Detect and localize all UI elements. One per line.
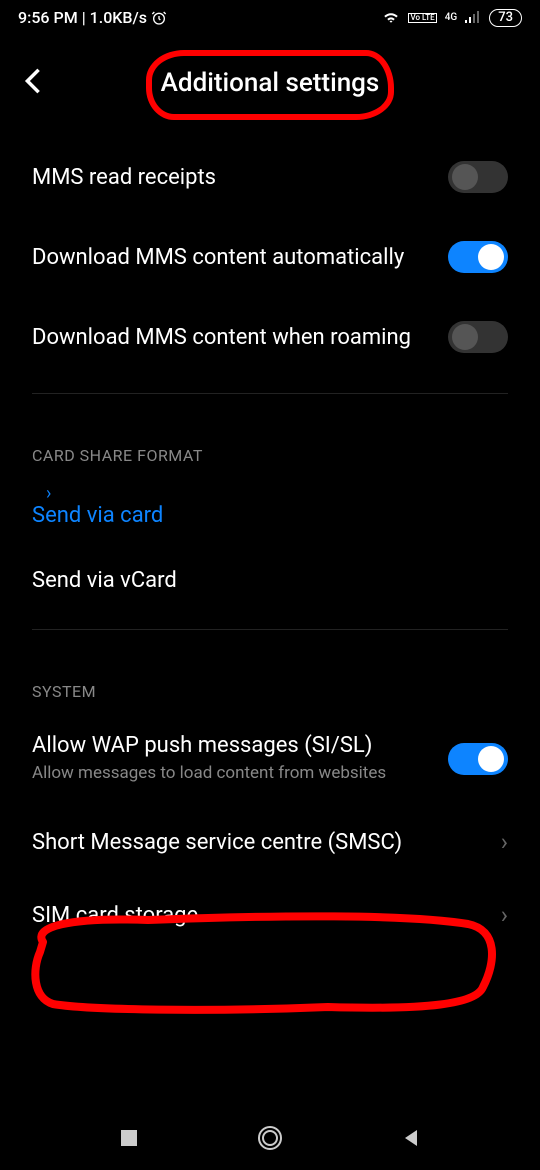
navigation-bar: [0, 1110, 540, 1170]
network-label: 4G: [445, 12, 458, 23]
section-header-system: SYSTEM: [32, 646, 508, 719]
section-header-card-share: CARD SHARE FORMAT: [32, 410, 508, 483]
status-speed: 1.0KB/s: [90, 8, 147, 27]
battery-indicator: 73: [489, 9, 522, 27]
nav-recents-button[interactable]: [119, 1128, 139, 1152]
row-smsc[interactable]: Short Message service centre (SMSC) ›: [32, 802, 508, 882]
mms-read-receipts-label: MMS read receipts: [32, 165, 424, 190]
nav-home-button[interactable]: [257, 1125, 283, 1155]
status-bar: 9:56 PM | 1.0KB/s Vo LTE 4G 73: [0, 0, 540, 35]
row-sim-storage[interactable]: SIM card storage ›: [32, 882, 508, 962]
chevron-right-icon: ›: [501, 828, 508, 856]
row-mms-read-receipts[interactable]: MMS read receipts: [32, 137, 508, 217]
smsc-label: Short Message service centre (SMSC): [32, 830, 477, 855]
wap-sub: Allow messages to load content from webs…: [32, 762, 424, 784]
sim-storage-label: SIM card storage: [32, 903, 477, 928]
status-right: Vo LTE 4G 73: [382, 8, 522, 27]
signal-icon: [465, 8, 481, 27]
chevron-right-icon: ›: [501, 901, 508, 929]
download-roaming-label: Download MMS content when roaming: [32, 325, 424, 350]
page-title: Additional settings: [161, 68, 380, 98]
wifi-icon: [382, 8, 400, 27]
download-auto-label: Download MMS content automatically: [32, 245, 424, 270]
toggle-download-auto[interactable]: [448, 241, 508, 273]
nav-back-button[interactable]: [401, 1128, 421, 1152]
header: Additional settings: [0, 35, 540, 137]
wap-label: Allow WAP push messages (SI/SL): [32, 733, 424, 758]
row-wap-push[interactable]: Allow WAP push messages (SI/SL) Allow me…: [32, 719, 508, 802]
volte-icon: Vo LTE: [408, 13, 436, 23]
settings-list: MMS read receipts Download MMS content a…: [0, 137, 540, 962]
status-time: 9:56 PM: [18, 8, 78, 27]
toggle-wap-push[interactable]: [448, 743, 508, 775]
back-button[interactable]: [20, 59, 46, 107]
alarm-icon: [151, 10, 167, 26]
row-send-via-vcard[interactable]: Send via vCard: [32, 548, 508, 613]
row-download-auto[interactable]: Download MMS content automatically: [32, 217, 508, 297]
divider: [32, 393, 508, 394]
toggle-download-roaming[interactable]: [448, 321, 508, 353]
row-download-roaming[interactable]: Download MMS content when roaming: [32, 297, 508, 377]
divider: [32, 629, 508, 630]
status-left: 9:56 PM | 1.0KB/s: [18, 8, 167, 27]
row-send-via-card[interactable]: Send via card: [32, 483, 508, 548]
toggle-mms-read-receipts[interactable]: [448, 161, 508, 193]
selected-check-icon: ›: [46, 483, 51, 504]
